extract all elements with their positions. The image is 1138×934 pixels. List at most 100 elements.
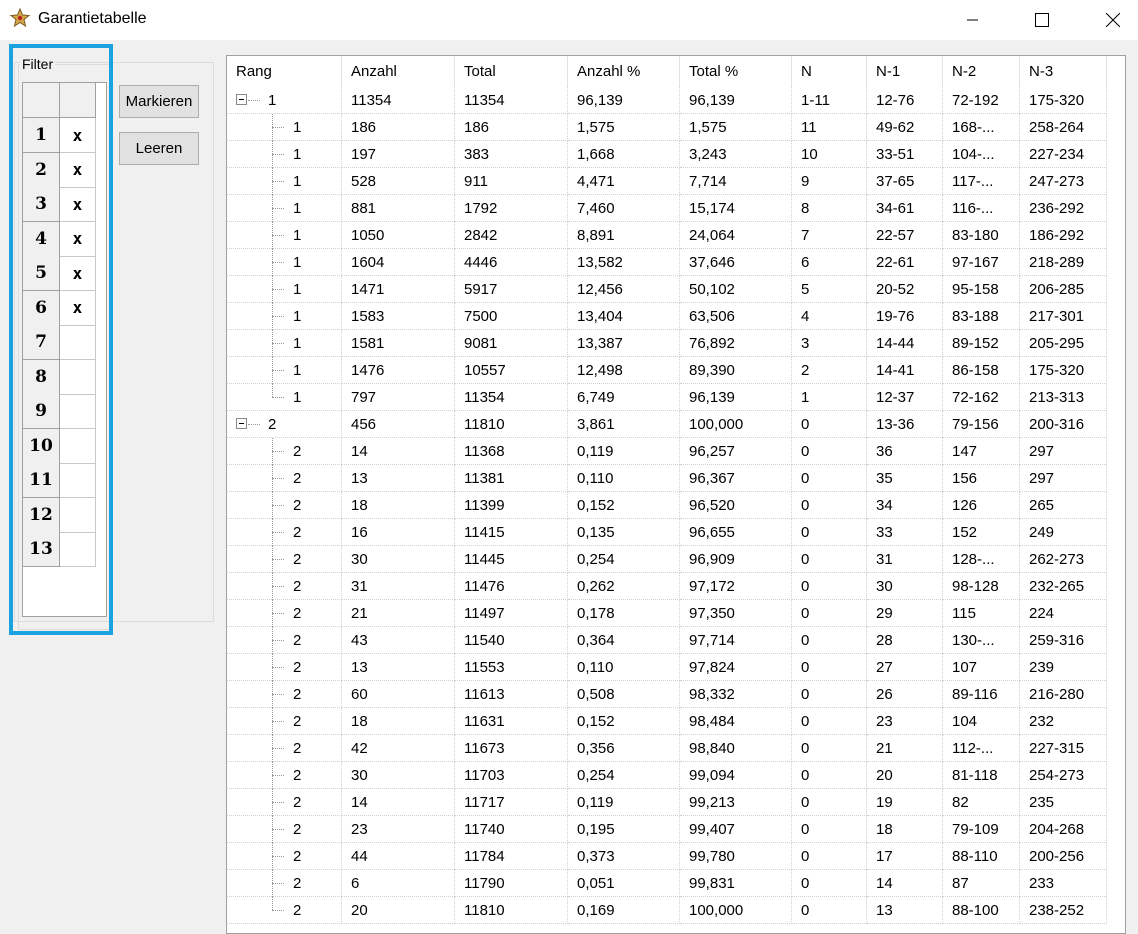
table-cell: 95-158: [943, 276, 1020, 303]
column-header[interactable]: Total: [455, 56, 568, 87]
table-cell: 1: [227, 384, 342, 411]
table-row[interactable]: 1 881 1792 7,460 15,174 8 34-61 116-... 236-292: [227, 195, 1107, 222]
table-row[interactable]: 2 14 11717 0,119 99,213 0 19 82 235: [227, 789, 1107, 816]
table-cell: 13: [342, 465, 455, 492]
table-cell: 79-156: [943, 411, 1020, 438]
table-row[interactable]: 2 60 11613 0,508 98,332 0 26 89-116 216-280: [227, 681, 1107, 708]
table-cell: 28: [867, 627, 943, 654]
column-header[interactable]: Anzahl %: [568, 56, 680, 87]
table-cell: 107: [943, 654, 1020, 681]
group-row[interactable]: 1 11354 11354 96,139 96,139 1-11 12-76 72-192 17…: [227, 87, 1107, 114]
table-cell: 130-...: [943, 627, 1020, 654]
table-row[interactable]: 2 30 11703 0,254 99,094 0 20 81-118 254-273: [227, 762, 1107, 789]
column-header[interactable]: N: [792, 56, 867, 87]
group-row[interactable]: 2 456 11810 3,861 100,000 0 13-36 79-156 200-316: [227, 411, 1107, 438]
table-row[interactable]: 2 16 11415 0,135 96,655 0 33 152 249: [227, 519, 1107, 546]
table-cell: 11810: [455, 411, 568, 438]
table-row[interactable]: 2 18 11631 0,152 98,484 0 23 104 232: [227, 708, 1107, 735]
table-cell: 175-320: [1020, 87, 1107, 114]
table-row[interactable]: 1 197 383 1,668 3,243 10 33-51 104-... 227-234: [227, 141, 1107, 168]
table-row[interactable]: 2 6 11790 0,051 99,831 0 14 87 233: [227, 870, 1107, 897]
table-cell: 31: [867, 546, 943, 573]
table-cell: 97-167: [943, 249, 1020, 276]
table-row[interactable]: 2 14 11368 0,119 96,257 0 36 147 297: [227, 438, 1107, 465]
table-cell: 2: [227, 843, 342, 870]
table-cell: 11399: [455, 492, 568, 519]
tree-connector: [272, 181, 284, 182]
table-cell: 16: [342, 519, 455, 546]
table-cell: 34-61: [867, 195, 943, 222]
table-row[interactable]: 2 18 11399 0,152 96,520 0 34 126 265: [227, 492, 1107, 519]
table-cell: 9: [792, 168, 867, 195]
table-cell: 528: [342, 168, 455, 195]
table-cell: 11613: [455, 681, 568, 708]
clear-button[interactable]: Leeren: [119, 132, 199, 165]
tree-connector: [272, 694, 284, 695]
column-header[interactable]: N-1: [867, 56, 943, 87]
table-cell: 217-301: [1020, 303, 1107, 330]
table-cell: 24,064: [680, 222, 792, 249]
table-cell: 0,356: [568, 735, 680, 762]
tree-connector: [272, 613, 284, 614]
table-cell: 11631: [455, 708, 568, 735]
collapse-icon[interactable]: [236, 94, 247, 105]
maximize-button[interactable]: [1019, 0, 1065, 40]
table-cell: 96,655: [680, 519, 792, 546]
results-table[interactable]: Rang Anzahl Total Anzahl % Total % N N-1 N-2 N-3…: [226, 55, 1126, 934]
table-row[interactable]: 1 186 186 1,575 1,575 11 49-62 168-... 258-264: [227, 114, 1107, 141]
table-cell: 8: [792, 195, 867, 222]
table-cell: 11354: [342, 87, 455, 114]
column-header[interactable]: N-3: [1020, 56, 1107, 87]
table-row[interactable]: 2 20 11810 0,169 100,000 0 13 88-100 238-252: [227, 897, 1107, 924]
table-cell: 235: [1020, 789, 1107, 816]
table-cell: 83-180: [943, 222, 1020, 249]
table-cell: 0,373: [568, 843, 680, 870]
minimize-button[interactable]: [950, 0, 996, 40]
tree-connector: [272, 316, 284, 317]
column-header[interactable]: Anzahl: [342, 56, 455, 87]
table-cell: 0: [792, 816, 867, 843]
table-cell: 99,831: [680, 870, 792, 897]
table-cell: 254-273: [1020, 762, 1107, 789]
column-header[interactable]: Rang: [227, 56, 342, 87]
table-row[interactable]: 2 43 11540 0,364 97,714 0 28 130-... 259-316: [227, 627, 1107, 654]
table-row[interactable]: 2 21 11497 0,178 97,350 0 29 115 224: [227, 600, 1107, 627]
table-row[interactable]: 2 42 11673 0,356 98,840 0 21 112-... 227-315: [227, 735, 1107, 762]
table-row[interactable]: 1 1476 10557 12,498 89,390 2 14-41 86-158 175-32…: [227, 357, 1107, 384]
table-row[interactable]: 1 797 11354 6,749 96,139 1 12-37 72-162 213-313: [227, 384, 1107, 411]
table-cell: 10557: [455, 357, 568, 384]
column-header[interactable]: Total %: [680, 56, 792, 87]
table-row[interactable]: 1 1583 7500 13,404 63,506 4 19-76 83-188 217-301: [227, 303, 1107, 330]
tree-connector: [272, 532, 284, 533]
close-button[interactable]: [1090, 0, 1136, 40]
table-cell: 1604: [342, 249, 455, 276]
table-row[interactable]: 1 528 911 4,471 7,714 9 37-65 117-... 247-273: [227, 168, 1107, 195]
table-row[interactable]: 1 1581 9081 13,387 76,892 3 14-44 89-152 205-295: [227, 330, 1107, 357]
tree-connector: [272, 154, 284, 155]
table-row[interactable]: 2 13 11381 0,110 96,367 0 35 156 297: [227, 465, 1107, 492]
table-cell: 456: [342, 411, 455, 438]
table-row[interactable]: 2 44 11784 0,373 99,780 0 17 88-110 200-256: [227, 843, 1107, 870]
table-cell: 63,506: [680, 303, 792, 330]
table-row[interactable]: 2 31 11476 0,262 97,172 0 30 98-128 232-265: [227, 573, 1107, 600]
table-cell: 156: [943, 465, 1020, 492]
table-row[interactable]: 2 23 11740 0,195 99,407 0 18 79-109 204-268: [227, 816, 1107, 843]
collapse-icon[interactable]: [236, 418, 247, 429]
table-cell: 99,094: [680, 762, 792, 789]
table-row[interactable]: 2 30 11445 0,254 96,909 0 31 128-... 262-273: [227, 546, 1107, 573]
table-row[interactable]: 1 1471 5917 12,456 50,102 5 20-52 95-158 206-285: [227, 276, 1107, 303]
table-row[interactable]: 1 1050 2842 8,891 24,064 7 22-57 83-180 186-292: [227, 222, 1107, 249]
mark-button[interactable]: Markieren: [119, 85, 199, 118]
tree-connector: [272, 910, 284, 911]
table-cell: 11: [792, 114, 867, 141]
tree-connector: [248, 100, 260, 101]
table-cell: 11553: [455, 654, 568, 681]
table-cell: 15,174: [680, 195, 792, 222]
table-row[interactable]: 1 1604 4446 13,582 37,646 6 22-61 97-167 218-289: [227, 249, 1107, 276]
column-header[interactable]: N-2: [943, 56, 1020, 87]
table-cell: 117-...: [943, 168, 1020, 195]
table-cell: 37-65: [867, 168, 943, 195]
table-cell: 11354: [455, 384, 568, 411]
table-row[interactable]: 2 13 11553 0,110 97,824 0 27 107 239: [227, 654, 1107, 681]
table-cell: 17: [867, 843, 943, 870]
